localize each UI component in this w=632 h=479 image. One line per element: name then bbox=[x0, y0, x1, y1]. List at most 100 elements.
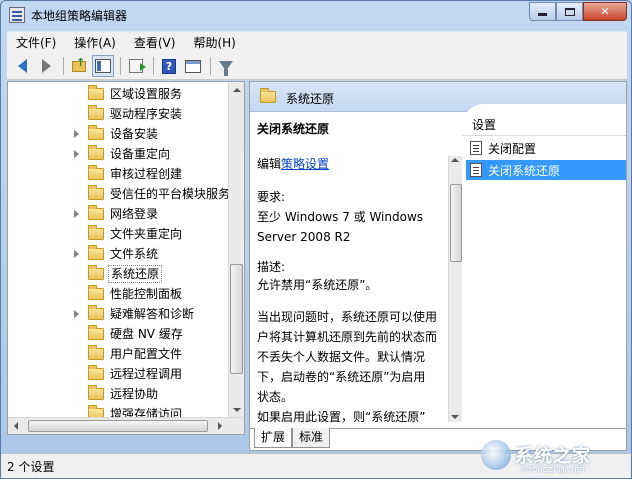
tree-node[interactable]: 驱动程序安装 bbox=[8, 104, 230, 124]
status-bar: 2 个设置 系统之家 XITONGZHIJIA.NET bbox=[1, 440, 631, 478]
tree-horizontal-scrollbar[interactable] bbox=[8, 417, 244, 434]
filter-button[interactable] bbox=[215, 55, 237, 77]
tree-node[interactable]: 性能控制面板 bbox=[8, 284, 230, 304]
minimize-button[interactable] bbox=[529, 2, 556, 21]
expand-arrow-icon[interactable] bbox=[74, 310, 79, 318]
scroll-down-button[interactable] bbox=[451, 415, 459, 419]
policy-title: 关闭系统还原 bbox=[257, 122, 330, 136]
toolbar-separator bbox=[120, 57, 121, 75]
description-scrollbar[interactable] bbox=[448, 156, 462, 422]
export-list-button[interactable] bbox=[125, 55, 147, 77]
scroll-up-button[interactable] bbox=[451, 158, 459, 162]
main-window: 本地组策略编辑器 ✕ 文件(F) 操作(A) 查看(V) 帮助(H) ? 区域设… bbox=[0, 0, 632, 479]
tree-node[interactable]: 硬盘 NV 缓存 bbox=[8, 324, 230, 344]
maximize-button[interactable] bbox=[556, 2, 583, 21]
tree-node[interactable]: 系统还原 bbox=[8, 264, 230, 284]
edit-policy-line: 编辑策略设置 bbox=[257, 155, 329, 172]
tree-node[interactable]: 审核过程创建 bbox=[8, 164, 230, 184]
setting-row[interactable]: 关闭系统还原 bbox=[466, 160, 626, 180]
settings-column-label: 设置 bbox=[472, 118, 497, 132]
scroll-down-button[interactable] bbox=[229, 402, 244, 418]
requirements-label: 要求: bbox=[257, 190, 286, 204]
export-icon bbox=[129, 59, 146, 73]
folder-icon bbox=[88, 225, 104, 240]
watermark: 系统之家 XITONGZHIJIA.NET bbox=[481, 436, 627, 478]
tab-extended[interactable]: 扩展 bbox=[254, 428, 293, 448]
tree-node[interactable]: 设备安装 bbox=[8, 124, 230, 144]
help-button[interactable]: ? bbox=[158, 55, 180, 77]
edit-prefix: 编辑 bbox=[257, 157, 282, 171]
menu-help[interactable]: 帮助(H) bbox=[184, 33, 244, 53]
filter-icon bbox=[219, 61, 233, 76]
expand-arrow-icon[interactable] bbox=[74, 250, 79, 258]
tree-node[interactable]: 受信任的平台模块服务 bbox=[8, 184, 230, 204]
tree-node-label: 驱动程序安装 bbox=[110, 107, 183, 121]
console-tree[interactable]: 区域设置服务 驱动程序安装设备安装 设备重定向 审核过程创建 受信任的平台模块服务网络登… bbox=[7, 81, 245, 435]
show-hide-tree-button[interactable] bbox=[92, 55, 114, 77]
setting-row[interactable]: 关闭配置 bbox=[466, 138, 626, 158]
tree-node-label: 文件夹重定向 bbox=[110, 227, 183, 241]
window-controls: ✕ bbox=[529, 2, 627, 21]
scroll-left-button[interactable] bbox=[8, 418, 24, 434]
tree-node-label: 区域设置服务 bbox=[110, 87, 183, 101]
tree-node[interactable]: 远程协助 bbox=[8, 384, 230, 404]
forward-button[interactable] bbox=[35, 55, 57, 77]
setting-label: 关闭配置 bbox=[488, 142, 537, 156]
details-title: 系统还原 bbox=[286, 92, 335, 106]
tree-vertical-scrollbar[interactable] bbox=[228, 82, 244, 418]
scroll-thumb[interactable] bbox=[450, 184, 462, 262]
tree-node-label: 疑难解答和诊断 bbox=[110, 307, 195, 321]
requirements-line: Server 2008 R2 bbox=[257, 230, 351, 244]
title-bar[interactable]: 本地组策略编辑器 ✕ bbox=[1, 1, 631, 31]
tree-node[interactable]: 文件夹重定向 bbox=[8, 224, 230, 244]
expand-arrow-icon[interactable] bbox=[74, 210, 79, 218]
tree-node[interactable]: 区域设置服务 bbox=[8, 84, 230, 104]
menu-file[interactable]: 文件(F) bbox=[7, 33, 65, 53]
tree-node[interactable]: 文件系统 bbox=[8, 244, 230, 264]
folder-icon bbox=[88, 185, 104, 200]
tree-node[interactable]: 远程过程调用 bbox=[8, 364, 230, 384]
close-button[interactable]: ✕ bbox=[583, 2, 627, 21]
properties-button[interactable] bbox=[182, 55, 204, 77]
tab-standard[interactable]: 标准 bbox=[292, 428, 331, 448]
description-text: 允许禁用“系统还原”。 bbox=[257, 278, 378, 292]
scroll-right-button[interactable] bbox=[212, 418, 228, 434]
close-icon: ✕ bbox=[600, 5, 610, 18]
arrow-down-icon bbox=[451, 415, 459, 419]
watermark-logo-icon bbox=[481, 440, 511, 470]
scroll-up-button[interactable] bbox=[229, 82, 244, 98]
tree-node-label: 性能控制面板 bbox=[110, 287, 183, 301]
maximize-icon bbox=[564, 7, 575, 16]
folder-icon bbox=[88, 385, 104, 400]
expand-arrow-icon[interactable] bbox=[74, 130, 79, 138]
folder-icon bbox=[88, 85, 104, 100]
extended-description: 关闭系统还原 编辑策略设置 要求: 至少 Windows 7 或 Windows… bbox=[250, 113, 448, 423]
expand-arrow-icon[interactable] bbox=[74, 150, 79, 158]
policy-setting-icon bbox=[470, 163, 482, 177]
description-paragraph-line: 不丢失个人数据文件。默认情况 bbox=[257, 350, 426, 364]
toolbar: ? bbox=[7, 53, 627, 80]
setting-label: 关闭系统还原 bbox=[488, 164, 561, 178]
tree-node-label: 文件系统 bbox=[110, 247, 159, 261]
back-button[interactable] bbox=[11, 55, 33, 77]
tree-node[interactable]: 网络登录 bbox=[8, 204, 230, 224]
window-title: 本地组策略编辑器 bbox=[31, 9, 128, 23]
arrow-right-icon bbox=[218, 422, 222, 430]
tree-node[interactable]: 设备重定向 bbox=[8, 144, 230, 164]
edit-policy-link[interactable]: 策略设置 bbox=[281, 157, 329, 171]
menu-view[interactable]: 查看(V) bbox=[125, 33, 185, 53]
tree-node-label: 网络登录 bbox=[110, 207, 159, 221]
back-arrow-icon bbox=[17, 59, 27, 73]
scroll-thumb[interactable] bbox=[28, 420, 208, 432]
folder-icon bbox=[88, 345, 104, 360]
tree-node[interactable]: 疑难解答和诊断 bbox=[8, 304, 230, 324]
up-level-button[interactable] bbox=[68, 55, 90, 77]
tree-node[interactable]: 用户配置文件 bbox=[8, 344, 230, 364]
minimize-icon bbox=[538, 13, 547, 16]
menu-action[interactable]: 操作(A) bbox=[65, 33, 125, 53]
description-paragraph-line: 如果启用此设置，则“系统还原” bbox=[257, 410, 426, 423]
folder-icon bbox=[88, 105, 104, 120]
scroll-thumb[interactable] bbox=[230, 264, 243, 374]
toolbar-separator bbox=[153, 57, 154, 75]
settings-column-header[interactable]: 设置 bbox=[462, 112, 626, 136]
